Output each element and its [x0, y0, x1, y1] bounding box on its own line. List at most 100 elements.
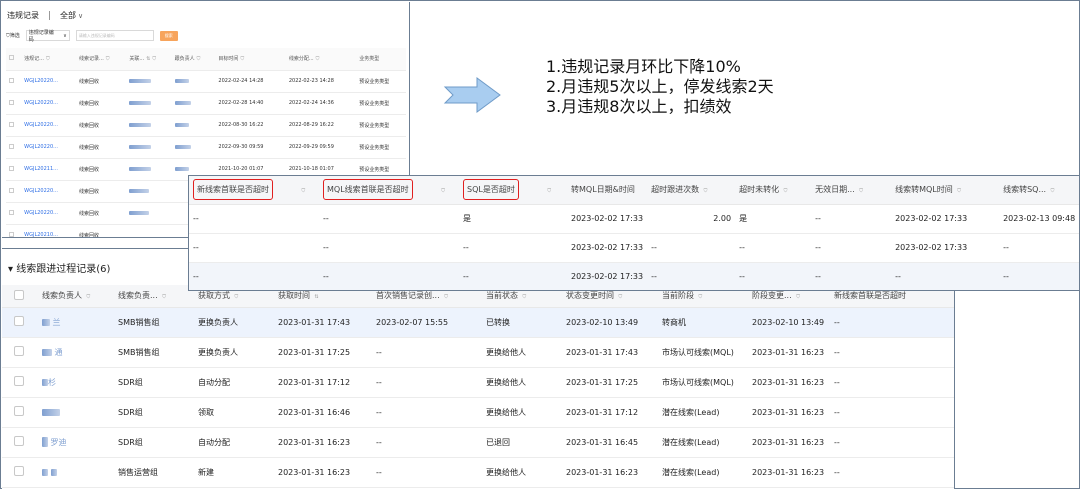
- filter-icon[interactable]: ⛉: [699, 294, 703, 300]
- violation-type: 线索回收: [76, 136, 127, 159]
- filter-icon[interactable]: ⛉: [523, 294, 527, 300]
- table-row[interactable]: SDR组 领取 2023-01-31 16:46 -- 更换给他人 2023-0…: [2, 397, 954, 428]
- current-status: 更换给他人: [482, 337, 562, 368]
- col-mql-datetime[interactable]: 转MQL日期&时间: [567, 176, 648, 205]
- followup-title[interactable]: ▾ 线索跟进过程记录(6): [8, 260, 110, 275]
- table-row[interactable]: WGJL20220... 线索回收 2022-08-30 16:22 2022-…: [6, 114, 406, 137]
- table-row[interactable]: 杉 SDR组 自动分配 2023-01-31 17:12 -- 更换给他人 20…: [2, 367, 954, 398]
- row-checkbox[interactable]: [6, 180, 22, 203]
- filter-icon[interactable]: ⛉: [441, 188, 445, 194]
- row-checkbox[interactable]: [6, 92, 22, 115]
- col-timeout-unconverted[interactable]: 超时未转化 ⛉: [735, 176, 812, 205]
- col-biz-type[interactable]: 业务类型: [356, 48, 406, 71]
- tab-all[interactable]: 全部 ∨: [60, 10, 83, 21]
- col-lead-to-sql[interactable]: 线索转SQ... ⛉: [999, 176, 1079, 205]
- violation-code-link[interactable]: WGJL20220...: [21, 136, 77, 159]
- filter-icon[interactable]: ⛉: [784, 188, 788, 194]
- col-related[interactable]: 关联... ⇅ ⛉: [126, 48, 172, 71]
- filter-icon[interactable]: ⛉: [704, 188, 708, 194]
- violation-code-link[interactable]: WGJL20220...: [21, 70, 77, 93]
- filter-icon[interactable]: ⛉: [302, 188, 306, 194]
- violation-code-link[interactable]: WGJL20211...: [21, 158, 77, 181]
- filter-icon[interactable]: ⛉: [235, 294, 239, 300]
- row-checkbox[interactable]: [2, 367, 32, 398]
- sort-icon[interactable]: ⇅: [146, 56, 150, 62]
- table-row[interactable]: 兰 SMB销售组 更换负责人 2023-01-31 17:43 2023-02-…: [2, 307, 954, 338]
- table-row[interactable]: 通 SMB销售组 更换负责人 2023-01-31 17:25 -- 更换给他人…: [2, 337, 954, 368]
- new-lead-timeout: --: [189, 204, 319, 234]
- row-checkbox[interactable]: [6, 224, 22, 237]
- stage-change-time: 2023-02-10 13:49: [748, 307, 830, 338]
- filter-button[interactable]: ⛉筛选: [6, 32, 20, 39]
- col-violation-code[interactable]: 违规记... ⛉: [21, 48, 77, 71]
- filter-field-select[interactable]: 违规记录编码 ∨: [25, 30, 70, 43]
- filter-icon[interactable]: ⛉: [444, 294, 448, 300]
- table-row[interactable]: 罗迪 SDR组 自动分配 2023-01-31 16:23 -- 已退回 202…: [2, 427, 954, 458]
- col-timeout-followups[interactable]: 超时跟进次数 ⛉: [647, 176, 736, 205]
- col-assign-time[interactable]: 线索分配... ⛉: [285, 48, 357, 71]
- filter-icon[interactable]: ⛉: [619, 294, 623, 300]
- col-label: 关联...: [129, 56, 145, 63]
- col-target-time[interactable]: 目标时间 ⛉: [215, 48, 286, 71]
- col-label: 业务类型: [359, 56, 380, 63]
- current-stage: 潜在线索(Lead): [658, 427, 748, 458]
- filter-icon[interactable]: ⛉: [240, 56, 244, 62]
- filter-icon[interactable]: ⛉: [1051, 188, 1055, 194]
- assign-time: 2022-08-29 16:22: [285, 114, 357, 137]
- violation-search-input[interactable]: 请输入违规记录编码: [75, 30, 154, 41]
- owner-group: SMB销售组: [114, 337, 194, 368]
- table-row[interactable]: WGJL20220... 线索回收 2022-02-28 14:40 2022-…: [6, 92, 406, 115]
- filter-icon[interactable]: ⛉: [197, 56, 201, 62]
- col-owner[interactable]: 跟负责人 ⛉: [171, 48, 216, 71]
- col-new-lead-timeout[interactable]: 新线索首联是否超时 ⛉: [189, 176, 319, 205]
- owner-cell: 杉: [32, 367, 114, 398]
- col-lead-to-mql-time[interactable]: 线索转MQL时间 ⛉: [891, 176, 1000, 205]
- filter-icon[interactable]: ⛉: [152, 56, 156, 62]
- filter-icon[interactable]: ⛉: [957, 188, 961, 194]
- filter-icon[interactable]: ⛉: [162, 294, 166, 300]
- select-all-checkbox[interactable]: [2, 285, 32, 308]
- violation-code-link[interactable]: WGJL20210...: [21, 224, 77, 237]
- table-row[interactable]: WGJL20220... 线索回收 2022-09-30 09:59 2022-…: [6, 136, 406, 159]
- col-owner[interactable]: 线索负责人 ⛉: [32, 285, 114, 308]
- filter-icon[interactable]: ⛉: [87, 294, 91, 300]
- col-owner-group[interactable]: 线索负责... ⛉: [114, 285, 194, 308]
- row-checkbox[interactable]: [2, 427, 32, 458]
- filter-icon[interactable]: ⛉: [547, 188, 551, 194]
- violation-code-link[interactable]: WGJL20220...: [21, 180, 77, 203]
- sort-icon[interactable]: ⇅: [315, 294, 319, 300]
- col-invalid-date[interactable]: 无效日期... ⛉: [811, 176, 892, 205]
- table-row[interactable]: -- -- 是 2023-02-02 17:33 2.00 是 -- 2023-…: [189, 204, 1079, 234]
- table-row[interactable]: WGJL20220... 线索回收 2022-02-24 14:28 2022-…: [6, 70, 406, 93]
- select-all-checkbox[interactable]: [6, 48, 22, 71]
- violation-search-button[interactable]: 搜索: [159, 30, 178, 41]
- violation-code-link[interactable]: WGJL20220...: [21, 92, 77, 115]
- table-row[interactable]: -- -- -- 2023-02-02 17:33 -- -- -- 2023-…: [189, 233, 1079, 263]
- row-checkbox[interactable]: [2, 307, 32, 338]
- first-sales-time: --: [372, 367, 482, 398]
- tab-violation-records[interactable]: 违规记录: [7, 10, 39, 21]
- timeout-unconverted: --: [735, 233, 812, 263]
- filter-icon[interactable]: ⛉: [796, 294, 800, 300]
- row-checkbox[interactable]: [6, 114, 22, 137]
- row-checkbox[interactable]: [2, 337, 32, 368]
- filter-icon[interactable]: ⛉: [316, 56, 320, 62]
- sql-timeout: --: [459, 233, 567, 263]
- filter-icon[interactable]: ⛉: [46, 56, 50, 62]
- filter-icon[interactable]: ⛉: [106, 56, 110, 62]
- violation-code-link[interactable]: WGJL20220...: [21, 114, 77, 137]
- col-mql-timeout[interactable]: MQL线索首联是否超时 ⛉: [319, 176, 459, 205]
- row-checkbox[interactable]: [2, 457, 32, 488]
- table-row[interactable]: 销售运营组 新建 2023-01-31 16:23 -- 更换给他人 2023-…: [2, 457, 954, 488]
- violation-code-link[interactable]: WGJL20220...: [21, 202, 77, 225]
- row-checkbox[interactable]: [6, 70, 22, 93]
- row-checkbox[interactable]: [2, 397, 32, 428]
- row-checkbox[interactable]: [6, 202, 22, 225]
- collapse-caret-icon[interactable]: ▾: [8, 264, 13, 275]
- filter-icon[interactable]: ⛉: [859, 188, 863, 194]
- table-row[interactable]: -- -- -- 2023-02-02 17:33 -- -- -- -- --: [189, 262, 1079, 290]
- row-checkbox[interactable]: [6, 136, 22, 159]
- col-sql-timeout[interactable]: SQL是否超时 ⛉: [459, 176, 567, 205]
- row-checkbox[interactable]: [6, 158, 22, 181]
- col-lead-record[interactable]: 线索记录... ⛉: [76, 48, 127, 71]
